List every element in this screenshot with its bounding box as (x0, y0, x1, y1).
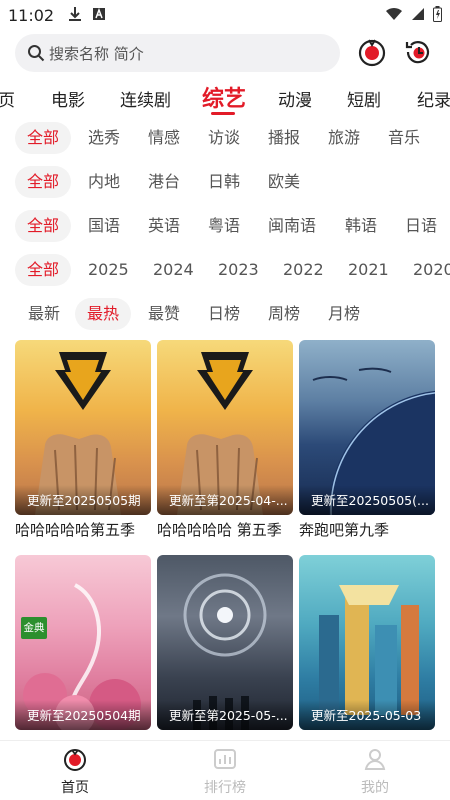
show-poster[interactable]: 更新至第2025-05-... (157, 555, 293, 730)
profile-icon (364, 749, 386, 770)
nav-ranking-label: 排行榜 (204, 780, 246, 796)
filter-region-mainland[interactable]: 内地 (88, 166, 120, 198)
filter-language-minnan[interactable]: 闽南语 (268, 210, 316, 242)
filter-type-travel[interactable]: 旅游 (328, 122, 360, 154)
nav-profile[interactable]: 我的 (340, 747, 410, 797)
sort-monthly[interactable]: 月榜 (328, 298, 360, 330)
show-poster[interactable]: 更新至20250505(... (299, 340, 435, 515)
filter-year-all[interactable]: 全部 (15, 254, 72, 286)
tab-movies[interactable]: 电影 (51, 86, 85, 111)
filter-year-2021[interactable]: 2021 (348, 254, 389, 286)
filter-region-all[interactable]: 全部 (15, 166, 72, 198)
sort-weekly[interactable]: 周榜 (268, 298, 300, 330)
show-card[interactable]: 更新至20250505(... 奔跑吧第九季 (299, 340, 435, 540)
filter-language-cantonese[interactable]: 粤语 (208, 210, 240, 242)
poster-caption: 更新至20250505(... (299, 485, 435, 515)
show-title: 奔跑吧第九季 (299, 521, 390, 539)
app-notification-icon (93, 7, 105, 20)
download-icon (69, 7, 81, 21)
filter-language-korean[interactable]: 韩语 (345, 210, 377, 242)
update-status: 更新至第2025-04-... (169, 493, 288, 508)
show-card[interactable]: 更新至第2025-05-... (157, 555, 293, 734)
sort-hottest[interactable]: 最热 (75, 298, 132, 330)
category-tabs: 页 电影 连续剧 综艺 动漫 短剧 纪录 (0, 80, 450, 116)
filter-year-2022[interactable]: 2022 (283, 254, 324, 286)
tab-homepage-partial[interactable]: 页 (0, 86, 15, 111)
update-status: 更新至20250505期 (27, 493, 141, 508)
history-icon[interactable] (402, 36, 434, 68)
filter-region-jp-kr[interactable]: 日韩 (208, 166, 240, 198)
poster-caption: 更新至2025-05-03 (299, 700, 435, 730)
filter-row-language: 全部 国语 英语 粤语 闽南语 韩语 日语 (0, 208, 450, 244)
live-tv-icon[interactable] (356, 36, 388, 68)
filter-type-broadcast[interactable]: 播报 (268, 122, 300, 154)
poster-caption: 更新至第2025-04-... (157, 485, 293, 515)
filter-language-all[interactable]: 全部 (15, 210, 72, 242)
status-time: 11:02 (8, 6, 55, 25)
show-poster[interactable]: 金典 更新至20250504期 (15, 555, 151, 730)
classic-badge: 金典 (21, 617, 47, 639)
nav-profile-label: 我的 (361, 780, 389, 796)
show-poster[interactable]: 更新至2025-05-03 (299, 555, 435, 730)
filter-region-west[interactable]: 欧美 (268, 166, 300, 198)
nav-ranking[interactable]: 排行榜 (190, 747, 260, 797)
filter-year-2025[interactable]: 2025 (88, 254, 129, 286)
tab-anime[interactable]: 动漫 (278, 86, 312, 111)
show-card[interactable]: 更新至第2025-04-... 哈哈哈哈哈 第五季 (157, 340, 293, 540)
poster-caption: 更新至20250504期 (15, 700, 151, 730)
search-input[interactable]: 搜索名称 简介 (15, 34, 340, 72)
filter-year-2020[interactable]: 2020 (413, 254, 450, 286)
show-title: 哈哈哈哈哈第五季 (15, 521, 136, 539)
show-poster[interactable]: 更新至20250505期 (15, 340, 151, 515)
battery-icon (433, 6, 442, 22)
nav-home[interactable]: 首页 (40, 747, 110, 797)
filter-language-mandarin[interactable]: 国语 (88, 210, 120, 242)
filter-row-sort: 最新 最热 最赞 日榜 周榜 月榜 (0, 296, 450, 332)
update-status: 更新至2025-05-03 (311, 708, 422, 723)
filter-type-talent[interactable]: 选秀 (88, 122, 120, 154)
wifi-icon (386, 7, 402, 20)
update-status: 更新至20250504期 (27, 708, 141, 723)
show-poster[interactable]: 更新至第2025-04-... (157, 340, 293, 515)
filter-region-hk-tw[interactable]: 港台 (148, 166, 180, 198)
bottom-nav: 首页 排行榜 我的 (0, 740, 450, 800)
update-status: 更新至20250505(... (311, 493, 429, 508)
signal-icon (412, 8, 424, 20)
tab-series[interactable]: 连续剧 (120, 86, 171, 111)
home-icon (64, 749, 86, 771)
filter-row-type: 全部 选秀 情感 访谈 播报 旅游 音乐 (0, 120, 450, 156)
show-card[interactable]: 更新至20250505期 哈哈哈哈哈第五季 (15, 340, 151, 540)
filter-type-romance[interactable]: 情感 (148, 122, 180, 154)
filter-year-2023[interactable]: 2023 (218, 254, 259, 286)
search-icon (28, 45, 45, 62)
search-placeholder: 搜索名称 简介 (49, 44, 144, 63)
tab-short-drama[interactable]: 短剧 (347, 86, 381, 111)
filter-row-year: 全部 2025 2024 2023 2022 2021 2020 (0, 252, 450, 288)
tab-documentary[interactable]: 纪录 (417, 86, 450, 111)
filter-language-japanese[interactable]: 日语 (405, 210, 437, 242)
poster-caption: 更新至第2025-05-... (157, 700, 293, 730)
active-tab-indicator (211, 112, 235, 115)
show-title: 哈哈哈哈哈 第五季 (157, 521, 282, 539)
show-card[interactable]: 更新至2025-05-03 (299, 555, 435, 734)
filter-year-2024[interactable]: 2024 (153, 254, 194, 286)
poster-caption: 更新至20250505期 (15, 485, 151, 515)
tab-variety[interactable]: 综艺 (202, 81, 246, 113)
filter-language-english[interactable]: 英语 (148, 210, 180, 242)
search-row: 搜索名称 简介 (0, 34, 450, 74)
sort-latest[interactable]: 最新 (28, 298, 60, 330)
ranking-icon (214, 749, 236, 769)
update-status: 更新至第2025-05-... (169, 708, 288, 723)
show-card[interactable]: 金典 更新至20250504期 (15, 555, 151, 734)
filter-row-region: 全部 内地 港台 日韩 欧美 (0, 164, 450, 200)
filter-type-interview[interactable]: 访谈 (208, 122, 240, 154)
filter-type-music[interactable]: 音乐 (388, 122, 420, 154)
nav-home-label: 首页 (61, 780, 89, 796)
status-bar: 11:02 (0, 0, 450, 32)
sort-most-liked[interactable]: 最赞 (148, 298, 180, 330)
filter-type-all[interactable]: 全部 (15, 122, 72, 154)
sort-daily[interactable]: 日榜 (208, 298, 240, 330)
